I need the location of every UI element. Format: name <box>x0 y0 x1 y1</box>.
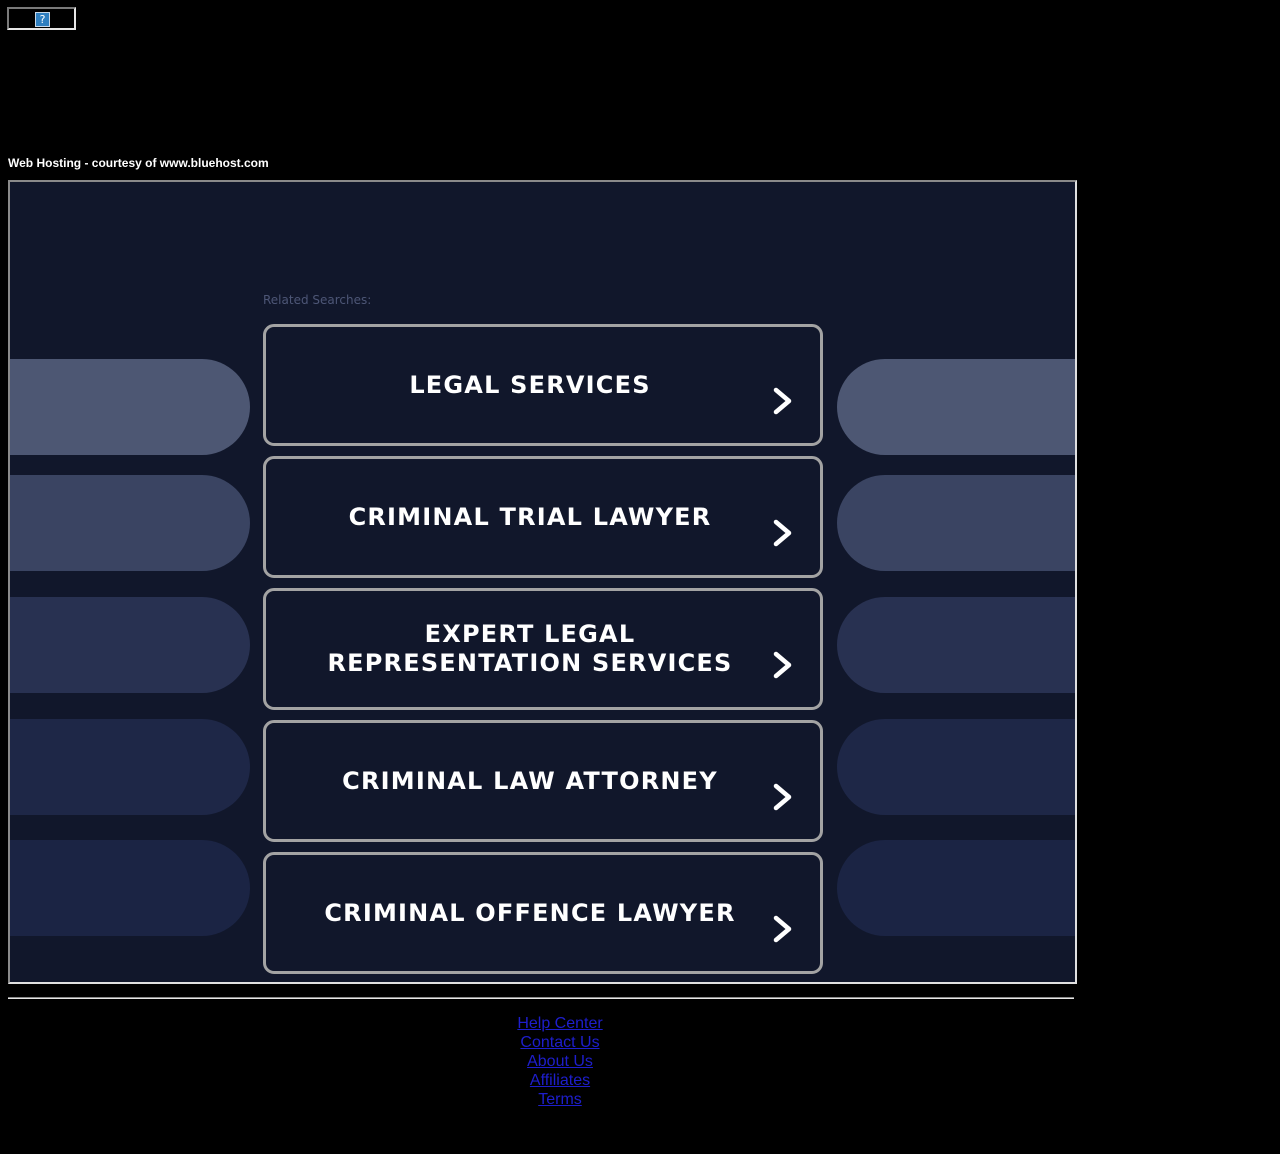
search-link-criminal-offence-lawyer[interactable]: CRIMINAL OFFENCE LAWYER <box>263 852 823 974</box>
footer-link-affiliates[interactable]: Affiliates <box>8 1071 1112 1090</box>
hosting-note: Web Hosting - courtesy of www.bluehost.c… <box>8 156 269 170</box>
search-link-label: EXPERT LEGAL REPRESENTATION SERVICES <box>327 620 733 677</box>
decorative-pill <box>10 840 250 936</box>
footer-links: Help Center Contact Us About Us Affiliat… <box>8 1014 1112 1109</box>
broken-image-placeholder: ? <box>7 7 76 30</box>
chevron-right-icon <box>773 783 792 811</box>
broken-image-icon: ? <box>35 12 50 27</box>
search-link-label: CRIMINAL TRIAL LAWYER <box>348 502 712 531</box>
chevron-right-icon <box>773 519 792 547</box>
search-link-label: CRIMINAL OFFENCE LAWYER <box>324 898 736 927</box>
decorative-pill <box>837 597 1075 693</box>
decorative-pill <box>10 359 250 455</box>
search-link-label: LEGAL SERVICES <box>409 370 651 399</box>
search-link-criminal-trial-lawyer[interactable]: CRIMINAL TRIAL LAWYER <box>263 456 823 578</box>
chevron-right-icon <box>773 915 792 943</box>
decorative-pill <box>10 475 250 571</box>
footer-link-terms[interactable]: Terms <box>8 1090 1112 1109</box>
footer-link-contact-us[interactable]: Contact Us <box>8 1033 1112 1052</box>
decorative-pill <box>837 719 1075 815</box>
content-frame: Related Searches: LEGAL SERVICES CRIMINA… <box>8 180 1077 984</box>
decorative-pill <box>837 475 1075 571</box>
search-link-label: CRIMINAL LAW ATTORNEY <box>342 766 718 795</box>
decorative-pill <box>10 719 250 815</box>
decorative-pill <box>837 840 1075 936</box>
decorative-pill <box>10 597 250 693</box>
footer-link-help-center[interactable]: Help Center <box>8 1014 1112 1033</box>
decorative-pill <box>837 359 1075 455</box>
footer-divider <box>8 997 1074 999</box>
search-link-criminal-law-attorney[interactable]: CRIMINAL LAW ATTORNEY <box>263 720 823 842</box>
chevron-right-icon <box>773 651 792 679</box>
footer-link-about-us[interactable]: About Us <box>8 1052 1112 1071</box>
related-searches-label: Related Searches: <box>263 293 372 307</box>
search-link-legal-services[interactable]: LEGAL SERVICES <box>263 324 823 446</box>
chevron-right-icon <box>773 387 792 415</box>
search-link-expert-legal-representation-services[interactable]: EXPERT LEGAL REPRESENTATION SERVICES <box>263 588 823 710</box>
